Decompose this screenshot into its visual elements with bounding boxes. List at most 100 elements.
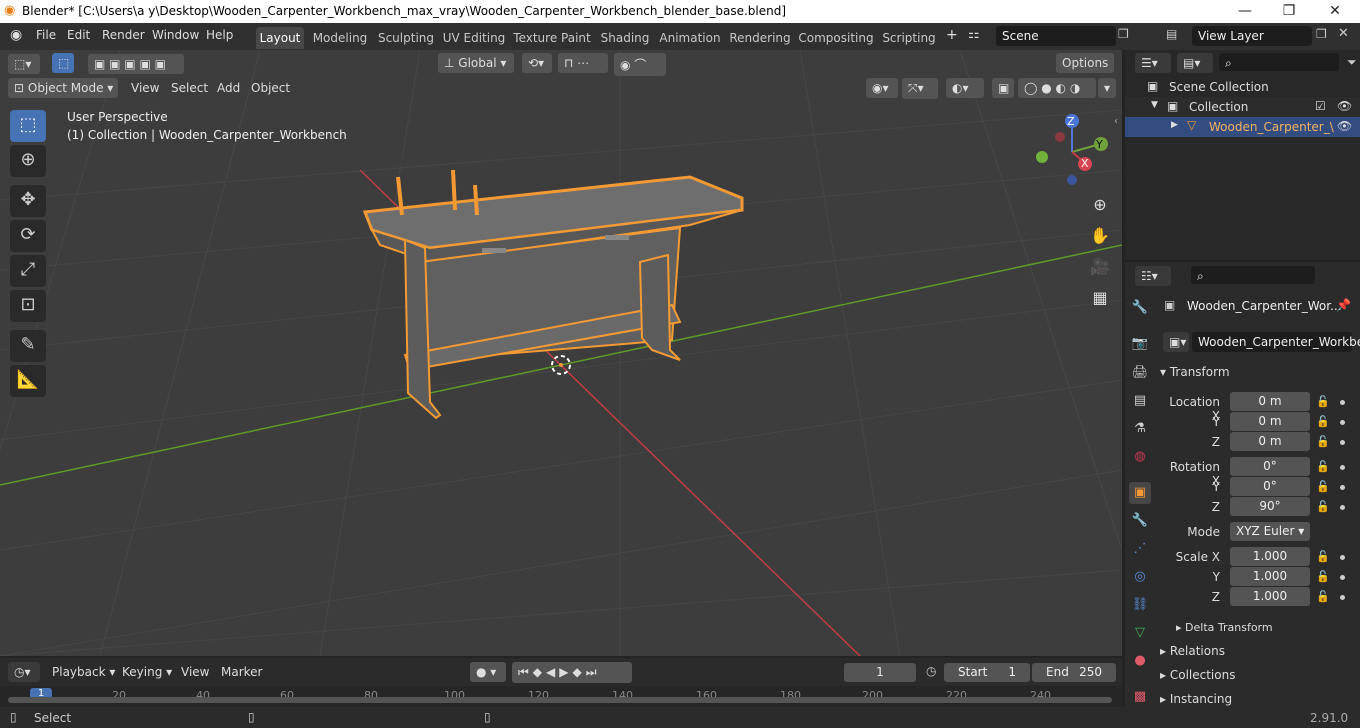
relations-header[interactable]: ▸ Relations (1160, 644, 1225, 658)
outliner-row-scene-collection[interactable]: ▣ Scene Collection (1125, 77, 1360, 97)
scale-y-field[interactable]: 1.000 (1230, 567, 1310, 586)
mode-select[interactable]: ⊡ Object Mode ▾ (8, 78, 118, 98)
move-tool-icon[interactable]: ✥ (10, 185, 46, 217)
lock-rotation-z-icon[interactable]: 🔓 (1316, 500, 1330, 513)
rotation-z-field[interactable]: 90° (1230, 497, 1310, 516)
location-x-field[interactable]: 0 m (1230, 392, 1310, 411)
rotation-x-field[interactable]: 0° (1230, 457, 1310, 476)
tab-object-icon[interactable]: ▣ (1129, 482, 1151, 504)
visibility-icon[interactable]: ◉▾ (866, 78, 898, 98)
outliner-row-object[interactable]: ▶ ▽ Wooden_Carpenter_\ 👁 (1125, 117, 1360, 137)
data-block-browse-icon[interactable]: ▣▾ (1163, 332, 1189, 352)
preview-range-icon[interactable]: ◷ (926, 664, 936, 678)
object-visibility-eye-icon[interactable]: 👁 (1337, 119, 1352, 133)
properties-editor-type-icon[interactable]: ☷▾ (1135, 266, 1171, 286)
keyframe-location-x-icon[interactable] (1340, 400, 1345, 405)
pivot-point-icon[interactable]: ⟲▾ (522, 53, 552, 73)
view-layer-field[interactable]: View Layer (1192, 26, 1312, 46)
tab-particles-icon[interactable]: ⋰ (1129, 538, 1151, 560)
keyframe-scale-x-icon[interactable] (1340, 555, 1345, 560)
sidebar-toggle-icon[interactable]: ‹ (1114, 116, 1118, 127)
options-button[interactable]: Options (1056, 53, 1114, 73)
cursor-tool-icon[interactable]: ⊕ (10, 145, 46, 177)
camera-view-icon[interactable]: 🎥 (1086, 253, 1114, 281)
snap-icon[interactable]: ⊓ ⋯ (558, 53, 608, 73)
data-block-name-field[interactable]: Wooden_Carpenter_Workbe... (1192, 332, 1360, 352)
scene-name-field[interactable]: Scene (996, 26, 1116, 46)
transform-orientation-select[interactable]: ⊥ Global ▾ (438, 53, 514, 73)
rotation-mode-select[interactable]: XYZ Euler ▾ (1230, 522, 1310, 541)
outliner-editor-type-icon[interactable]: ☰▾ (1135, 53, 1171, 73)
menu-help[interactable]: Help (206, 28, 233, 42)
menu-playback[interactable]: Playback ▾ (46, 662, 115, 682)
scale-z-field[interactable]: 1.000 (1230, 587, 1310, 606)
collection-checkbox-icon[interactable]: ☑ (1315, 99, 1326, 113)
select-tool-icon[interactable]: ⬚ (52, 53, 74, 73)
transform-section-header[interactable]: ▾ Transform (1160, 365, 1230, 379)
properties-search-input[interactable]: ⌕ (1191, 266, 1315, 284)
close-button[interactable]: ✕ (1312, 1, 1358, 23)
overlay-toggle-icon[interactable]: ◐▾ (946, 78, 984, 98)
menu-render[interactable]: Render (102, 28, 145, 42)
select-box-tool-icon[interactable]: ⬚ (10, 110, 46, 142)
menu-object[interactable]: Object (251, 81, 290, 95)
lock-scale-x-icon[interactable]: 🔓 (1316, 550, 1330, 563)
menu-add[interactable]: Add (217, 81, 240, 95)
keyframe-location-y-icon[interactable] (1340, 420, 1345, 425)
gizmo-toggle-icon[interactable]: ⤧▾ (902, 78, 938, 99)
object-name-field[interactable]: Wooden_Carpenter_Wor... (1187, 299, 1342, 313)
tab-texture-icon[interactable]: ▩ (1129, 686, 1151, 708)
instancing-header[interactable]: ▸ Instancing (1160, 692, 1232, 706)
playback-controls[interactable]: ⏮◆◀▶◆⏭ (512, 662, 632, 683)
keyframe-rotation-y-icon[interactable] (1340, 485, 1345, 490)
tab-layout[interactable]: Layout (256, 27, 304, 49)
collapse-collection-icon[interactable]: ▼ (1151, 100, 1158, 110)
lock-location-y-icon[interactable]: 🔓 (1316, 415, 1330, 428)
tab-compositing[interactable]: Compositing (798, 27, 874, 49)
keyframe-location-z-icon[interactable] (1340, 440, 1345, 445)
tab-tool-icon[interactable]: 🔧 (1129, 297, 1151, 319)
menu-view[interactable]: View (131, 81, 159, 95)
maximize-button[interactable]: ❐ (1266, 1, 1312, 23)
editor-type-icon[interactable]: ⬚▾ (8, 54, 40, 74)
remove-view-layer-icon[interactable]: ✕ (1338, 26, 1349, 41)
tab-uv-editing[interactable]: UV Editing (442, 27, 506, 49)
filter-icon[interactable]: ⏷ (1347, 55, 1357, 70)
selection-mode-icons[interactable]: ▣ ▣ ▣ ▣ ▣ (88, 54, 184, 74)
annotate-tool-icon[interactable]: ✎ (10, 330, 46, 362)
tab-view-layer-icon[interactable]: ▤ (1129, 390, 1151, 412)
scale-tool-icon[interactable]: ⤢ (10, 255, 46, 287)
lock-scale-y-icon[interactable]: 🔓 (1316, 570, 1330, 583)
timeline-editor-type-icon[interactable]: ◷▾ (8, 662, 40, 682)
keyframe-rotation-x-icon[interactable] (1340, 465, 1345, 470)
expand-object-icon[interactable]: ▶ (1171, 120, 1178, 130)
menu-select[interactable]: Select (171, 81, 208, 95)
lock-rotation-x-icon[interactable]: 🔓 (1316, 460, 1330, 473)
location-z-field[interactable]: 0 m (1230, 432, 1310, 451)
xray-toggle-icon[interactable]: ▣ (992, 78, 1014, 98)
proportional-edit-icon[interactable]: ◉ ⌒ (614, 53, 666, 76)
tab-data-icon[interactable]: ▽ (1129, 622, 1151, 644)
outliner-search-input[interactable]: ⌕ (1219, 53, 1339, 71)
menu-keying[interactable]: Keying ▾ (116, 662, 174, 682)
tab-texture-paint[interactable]: Texture Paint (512, 27, 592, 49)
keyframe-rotation-z-icon[interactable] (1340, 505, 1345, 510)
pin-icon[interactable]: 📌 (1336, 298, 1351, 312)
tab-sculpting[interactable]: Sculpting (376, 27, 436, 49)
delta-transform-header[interactable]: ▸ Delta Transform (1176, 621, 1273, 634)
tab-constraints-icon[interactable]: ⛓ (1129, 594, 1151, 616)
collections-header[interactable]: ▸ Collections (1160, 668, 1235, 682)
perspective-toggle-icon[interactable]: ▦ (1086, 284, 1114, 312)
scale-x-field[interactable]: 1.000 (1230, 547, 1310, 566)
3d-viewport[interactable]: ⬚▾ ⬚ ▣ ▣ ▣ ▣ ▣ ⊥ Global ▾ ⟲▾ ⊓ ⋯ ◉ ⌒ Opt… (0, 50, 1122, 656)
tab-physics-icon[interactable]: ◎ (1129, 566, 1151, 588)
tab-modeling[interactable]: Modeling (310, 27, 370, 49)
end-frame-field[interactable]: End 250 (1032, 663, 1116, 682)
rotate-tool-icon[interactable]: ⟳ (10, 220, 46, 252)
add-workspace-button[interactable]: + (946, 27, 958, 43)
tab-animation[interactable]: Animation (658, 27, 722, 49)
pan-hand-icon[interactable]: ✋ (1086, 222, 1114, 250)
tab-scripting[interactable]: Scripting (880, 27, 938, 49)
timeline-scrollbar[interactable] (8, 697, 1112, 703)
display-mode-icon[interactable]: ▤▾ (1177, 53, 1213, 73)
